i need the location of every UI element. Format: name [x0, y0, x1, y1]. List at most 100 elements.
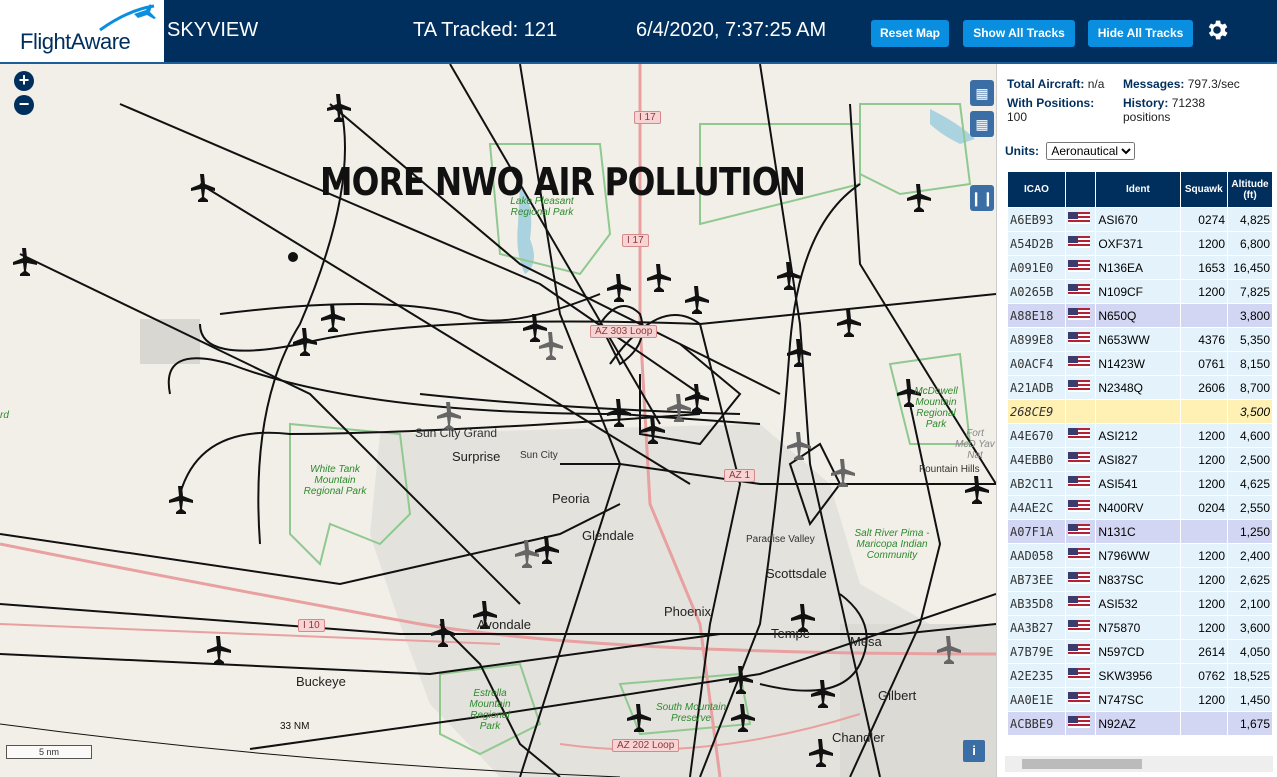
aircraft-icon — [647, 264, 671, 292]
table-row[interactable]: A07F1A N131C 1,250 — [1007, 519, 1273, 544]
top-bar: FlightAware SKYVIEW TA Tracked: 121 6/4/… — [0, 0, 1277, 64]
table-row[interactable]: A4AE2C N400RV 0204 2,550 — [1007, 495, 1273, 520]
reset-map-button[interactable]: Reset Map — [871, 20, 949, 47]
icao-cell: A4AE2C — [1007, 495, 1066, 520]
scale-bar: 5 nm — [6, 745, 92, 759]
us-flag-icon — [1067, 260, 1090, 272]
table-row[interactable]: A0265B N109CF 1200 7,825 — [1007, 279, 1273, 304]
icao-cell: A2E235 — [1007, 663, 1066, 688]
squawk-cell — [1179, 711, 1229, 736]
zoom-in-button[interactable]: + — [14, 71, 34, 91]
range-ring-label: 33 NM — [280, 721, 310, 732]
table-row[interactable]: A4E670 ASI212 1200 4,600 — [1007, 423, 1273, 448]
table-row[interactable]: AA3B27 N75870 1200 3,600 — [1007, 615, 1273, 640]
ident-cell: N597CD — [1095, 639, 1181, 664]
place-label: Tempe — [771, 626, 811, 641]
us-flag-icon — [1067, 500, 1090, 512]
ident-cell: N109CF — [1095, 279, 1181, 304]
place-label: Paradise Valley — [746, 534, 815, 545]
altitude-cell: 3,500 — [1227, 399, 1273, 424]
table-row[interactable]: AB73EE N837SC 1200 2,625 — [1007, 567, 1273, 592]
icao-cell: AB2C11 — [1007, 471, 1066, 496]
table-row[interactable]: A899E8 N653WW 4376 5,350 — [1007, 327, 1273, 352]
flag-cell — [1064, 207, 1097, 232]
us-flag-icon — [1067, 476, 1090, 488]
zoom-out-button[interactable]: − — [14, 95, 34, 115]
ident-cell: N75870 — [1095, 615, 1181, 640]
place-label: Sun City Grand — [415, 426, 498, 440]
park-label: McDowell Mountain Regional Park — [914, 386, 958, 430]
aircraft-icon — [191, 174, 215, 202]
column-header-icao[interactable]: ICAO — [1007, 171, 1066, 208]
squawk-cell: 4376 — [1179, 327, 1229, 352]
flightaware-logo[interactable]: FlightAware — [0, 0, 164, 62]
squawk-cell: 0762 — [1179, 663, 1229, 688]
altitude-cell: 6,800 — [1227, 231, 1273, 256]
altitude-cell: 2,500 — [1227, 447, 1273, 472]
table-row[interactable]: A2E235 SKW3956 0762 18,525 — [1007, 663, 1273, 688]
table-row[interactable]: 268CE9 3,500 — [1007, 399, 1273, 424]
ident-cell: ASI212 — [1095, 423, 1181, 448]
with-positions-label: With Positions: — [1007, 96, 1095, 110]
table-row[interactable]: A7B79E N597CD 2614 4,050 — [1007, 639, 1273, 664]
place-label: Glendale — [582, 528, 635, 543]
squawk-cell — [1179, 303, 1229, 328]
place-label: Buckeye — [296, 674, 346, 689]
column-header-ident[interactable]: Ident — [1095, 171, 1181, 208]
show-all-tracks-button[interactable]: Show All Tracks — [963, 20, 1075, 47]
icao-cell: A4EBB0 — [1007, 447, 1066, 472]
table-row[interactable]: AB2C11 ASI541 1200 4,625 — [1007, 471, 1273, 496]
table-row[interactable]: A6EB93 ASI670 0274 4,825 — [1007, 207, 1273, 232]
scrollbar-thumb[interactable] — [1022, 759, 1142, 769]
table-row[interactable]: A88E18 N650Q 3,800 — [1007, 303, 1273, 328]
place-label: Sun City — [520, 450, 558, 461]
road-shield: AZ 202 Loop — [612, 739, 680, 752]
flag-cell — [1064, 519, 1097, 544]
column-header-squawk[interactable]: Squawk — [1179, 171, 1229, 208]
table-row[interactable]: A091E0 N136EA 1653 16,450 — [1007, 255, 1273, 280]
flag-cell — [1064, 303, 1097, 328]
us-flag-icon — [1067, 452, 1090, 464]
squawk-cell: 1200 — [1179, 471, 1229, 496]
flag-cell — [1064, 399, 1097, 424]
altitude-cell: 2,550 — [1227, 495, 1273, 520]
table-row[interactable]: A54D2B OXF371 1200 6,800 — [1007, 231, 1273, 256]
road-shield: I 10 — [298, 619, 325, 632]
place-label: Fort McD Yav Nat — [955, 428, 995, 461]
map-view[interactable]: MORE NWO AIR POLLUTION + − ▦ ▦ ❙❙ Sun Ci… — [0, 64, 996, 777]
road-shield: AZ 303 Loop — [590, 325, 658, 338]
aircraft-icon — [607, 399, 631, 427]
icao-cell: ACBBE9 — [1007, 711, 1066, 736]
aircraft-icon — [207, 636, 231, 664]
us-flag-icon — [1067, 356, 1090, 368]
table-row[interactable]: A21ADB N2348Q 2606 8,700 — [1007, 375, 1273, 400]
ident-cell: ASI670 — [1095, 207, 1181, 232]
info-button[interactable]: i — [963, 740, 985, 762]
place-label: Surprise — [452, 449, 501, 464]
table-row[interactable]: AB35D8 ASI532 1200 2,100 — [1007, 591, 1273, 616]
ident-cell: N2348Q — [1095, 375, 1181, 400]
altitude-cell: 4,625 — [1227, 471, 1273, 496]
table-row[interactable]: AA0E1E N747SC 1200 1,450 — [1007, 687, 1273, 712]
squawk-cell: 1200 — [1179, 447, 1229, 472]
columns-toggle-icon[interactable]: ❙❙ — [970, 185, 994, 211]
map-layers-icon[interactable]: ▦ — [970, 80, 994, 106]
icao-cell: A4E670 — [1007, 423, 1066, 448]
table-row[interactable]: AAD058 N796WW 1200 2,400 — [1007, 543, 1273, 568]
hide-all-tracks-button[interactable]: Hide All Tracks — [1088, 20, 1193, 47]
units-select[interactable]: Aeronautical — [1046, 142, 1136, 160]
tracked-count: TA Tracked: 121 — [413, 19, 558, 41]
flag-cell — [1064, 567, 1097, 592]
table-row[interactable]: ACBBE9 N92AZ 1,675 — [1007, 711, 1273, 736]
column-header-flag[interactable] — [1064, 171, 1097, 208]
road-shield: I 17 — [634, 111, 661, 124]
units-row: Units: Aeronautical — [1005, 142, 1136, 160]
table-row[interactable]: A0ACF4 N1423W 0761 8,150 — [1007, 351, 1273, 376]
column-header-altitude[interactable]: Altitude (ft) — [1227, 171, 1273, 208]
flag-cell — [1064, 663, 1097, 688]
icao-cell: AA3B27 — [1007, 615, 1066, 640]
grid-icon[interactable]: ▦ — [970, 111, 994, 137]
table-row[interactable]: A4EBB0 ASI827 1200 2,500 — [1007, 447, 1273, 472]
gear-icon[interactable] — [1204, 17, 1230, 43]
ident-cell: N796WW — [1095, 543, 1181, 568]
